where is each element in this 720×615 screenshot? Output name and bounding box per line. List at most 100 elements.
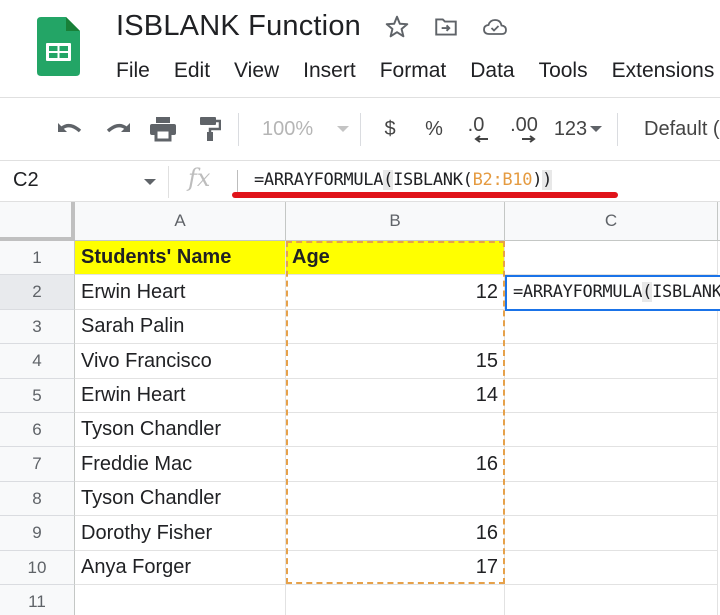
- select-all-corner[interactable]: [0, 202, 75, 241]
- row-header-11[interactable]: 11: [0, 585, 75, 615]
- star-icon[interactable]: [384, 14, 410, 40]
- cell-age[interactable]: [286, 413, 505, 447]
- print-icon: [150, 117, 176, 142]
- undo-icon: [58, 123, 82, 133]
- cloud-saved-icon[interactable]: [482, 14, 508, 40]
- percent-icon: %: [425, 117, 443, 140]
- decrease-decimal-icon: .0: [467, 114, 485, 136]
- font-name: Default (: [644, 117, 720, 140]
- cell-name[interactable]: Dorothy Fisher: [75, 516, 286, 551]
- cell-name[interactable]: Tyson Chandler: [75, 413, 286, 447]
- cell-c[interactable]: [505, 413, 718, 447]
- sheets-logo-icon[interactable]: [37, 17, 80, 76]
- formula-paren-close-outer: ): [542, 170, 553, 190]
- zoom-select[interactable]: 100%: [262, 114, 352, 144]
- row-header-4[interactable]: 4: [0, 344, 75, 379]
- zoom-value: 100%: [262, 117, 314, 140]
- font-select[interactable]: Default (: [644, 114, 720, 144]
- paint-format-button[interactable]: [195, 114, 225, 144]
- currency-icon: $: [384, 117, 396, 140]
- cell-c[interactable]: [505, 379, 718, 413]
- column-header-b[interactable]: B: [286, 202, 505, 241]
- column-header-c[interactable]: C: [505, 202, 718, 241]
- cell-empty[interactable]: [505, 585, 718, 615]
- fx-icon: fx: [188, 164, 211, 192]
- currency-format-button[interactable]: $: [380, 114, 400, 144]
- cell-age[interactable]: 17: [286, 551, 505, 585]
- cell-name[interactable]: Erwin Heart: [75, 275, 286, 310]
- column-header-a[interactable]: A: [75, 202, 286, 241]
- toolbar-divider: [238, 113, 239, 146]
- cell-age[interactable]: 14: [286, 379, 505, 413]
- row-header-9[interactable]: 9: [0, 516, 75, 551]
- formula-input[interactable]: =ARRAYFORMULA(ISBLANK(B2:B10)): [254, 170, 552, 190]
- print-button[interactable]: [147, 114, 179, 144]
- increase-decimal-icon: .00: [510, 114, 538, 136]
- cell-age[interactable]: [286, 310, 505, 344]
- cell-name[interactable]: Tyson Chandler: [75, 482, 286, 516]
- menu-view[interactable]: View: [234, 59, 279, 83]
- cell-c[interactable]: [505, 344, 718, 379]
- formula-function: =ARRAYFORMULA: [254, 170, 384, 190]
- cell-c[interactable]: [505, 551, 718, 585]
- active-cell-function: =ARRAYFORMULA: [513, 282, 643, 302]
- menu-format[interactable]: Format: [380, 59, 447, 83]
- name-box-caret-icon[interactable]: [144, 179, 156, 185]
- row-header-8[interactable]: 8: [0, 482, 75, 516]
- cell-c[interactable]: [505, 482, 718, 516]
- row-header-5[interactable]: 5: [0, 379, 75, 413]
- cell-empty[interactable]: [75, 585, 286, 615]
- cell-name[interactable]: Vivo Francisco: [75, 344, 286, 379]
- active-cell-c2[interactable]: =ARRAYFORMULA(ISBLANK(B2:B10)): [505, 275, 720, 311]
- move-to-folder-icon[interactable]: [433, 14, 459, 40]
- cell-name[interactable]: Erwin Heart: [75, 379, 286, 413]
- cell-name[interactable]: Sarah Palin: [75, 310, 286, 344]
- menu-extensions[interactable]: Extensions: [612, 59, 715, 83]
- more-formats-label: 123: [553, 117, 588, 140]
- redo-button[interactable]: [102, 114, 134, 144]
- percent-format-button[interactable]: %: [423, 114, 445, 144]
- zoom-caret-icon: [337, 126, 350, 132]
- row-header-2[interactable]: 2: [0, 275, 75, 310]
- header-cell-age[interactable]: Age: [286, 241, 505, 275]
- cell-age[interactable]: [286, 482, 505, 516]
- formula-inner-function: ISBLANK(: [393, 170, 473, 190]
- header-cell-students-name[interactable]: Students' Name: [75, 241, 286, 275]
- formula-range-reference: B2:B10: [472, 170, 533, 190]
- cell-age[interactable]: 16: [286, 516, 505, 551]
- cell-age[interactable]: 16: [286, 447, 505, 482]
- arrow-left-icon: [474, 135, 488, 143]
- annotation-underline: [232, 192, 618, 198]
- cell-c[interactable]: [505, 310, 718, 344]
- cell-age[interactable]: 15: [286, 344, 505, 379]
- cell-age[interactable]: 12: [286, 275, 505, 310]
- cell-name[interactable]: Freddie Mac: [75, 447, 286, 482]
- undo-button[interactable]: [54, 114, 86, 144]
- menu-data[interactable]: Data: [470, 59, 514, 83]
- cell-name[interactable]: Anya Forger: [75, 551, 286, 585]
- redo-icon: [106, 123, 130, 133]
- cell-c[interactable]: [505, 447, 718, 482]
- row-header-1[interactable]: 1: [0, 241, 75, 275]
- increase-decimal-button[interactable]: .00: [507, 114, 541, 144]
- name-box[interactable]: C2: [13, 169, 39, 192]
- row-header-6[interactable]: 6: [0, 413, 75, 447]
- paint-format-icon: [200, 117, 221, 141]
- menu-insert[interactable]: Insert: [303, 59, 356, 83]
- row-header-7[interactable]: 7: [0, 447, 75, 482]
- cell-c1[interactable]: [505, 241, 718, 275]
- more-formats-button[interactable]: 123: [552, 114, 604, 144]
- title-bar: ISBLANK Function File Edit View Insert F…: [0, 0, 720, 98]
- row-header-10[interactable]: 10: [0, 551, 75, 585]
- cell-c[interactable]: [505, 516, 718, 551]
- row-header-3[interactable]: 3: [0, 310, 75, 344]
- menu-edit[interactable]: Edit: [174, 59, 210, 83]
- decrease-decimal-button[interactable]: .0: [462, 114, 490, 144]
- cell-empty[interactable]: [286, 585, 505, 615]
- active-cell-paren: (: [642, 282, 653, 302]
- menu-file[interactable]: File: [116, 59, 150, 83]
- menu-tools[interactable]: Tools: [539, 59, 588, 83]
- document-title[interactable]: ISBLANK Function: [116, 10, 361, 43]
- toolbar: 100% $ % .0 .00 123 Default (: [0, 99, 720, 161]
- active-cell-rest: ISBLANK(B2:B10)): [652, 282, 720, 302]
